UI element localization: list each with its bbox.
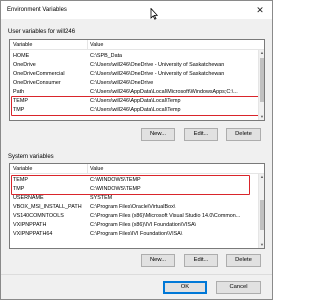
table-row[interactable]: VBOX_MSI_INSTALL_PATH C:\Program Files\O… <box>10 203 264 211</box>
value-cell: C:\Users\will246\OneDrive - University o… <box>90 71 225 78</box>
table-row[interactable]: OneDriveCommercial C:\Users\will246\OneD… <box>10 70 264 78</box>
variable-cell: HOME <box>13 53 30 60</box>
table-row[interactable]: VXIPNPPATH C:\Program Files (x86)\IVI Fo… <box>10 221 264 229</box>
user-edit-button[interactable]: Edit... <box>184 128 218 141</box>
cancel-button[interactable]: Cancel <box>216 281 261 294</box>
value-cell: C:\SPB_Data <box>90 53 123 60</box>
value-cell: C:\Program Files (x86)\Microsoft Visual … <box>90 213 241 220</box>
user-new-button[interactable]: New... <box>141 128 175 141</box>
system-edit-button[interactable]: Edit... <box>184 254 218 267</box>
system-list-header: Variable Value <box>10 164 264 174</box>
mouse-cursor-icon <box>150 8 158 20</box>
variable-cell: USERNAME <box>13 195 44 202</box>
system-new-button[interactable]: New... <box>141 254 175 267</box>
table-row[interactable]: OneDrive C:\Users\will246\OneDrive - Uni… <box>10 61 264 69</box>
environment-variables-dialog: Environment Variables ✕ User variables f… <box>0 0 273 300</box>
value-cell: C:\Program Files\IVI Foundation\VISA\ <box>90 231 183 238</box>
temp-highlight-box <box>11 95 263 116</box>
table-row[interactable]: OneDriveConsumer C:\Users\will246\OneDri… <box>10 79 264 87</box>
column-header-value[interactable]: Value <box>90 166 260 172</box>
variable-cell: VS140COMNTOOLS <box>13 213 64 220</box>
variable-cell: VXIPNPPATH64 <box>13 231 53 238</box>
scroll-down-icon[interactable]: ▼ <box>259 114 264 120</box>
system-list-scrollbar[interactable]: ▲ ▼ <box>258 174 264 248</box>
value-cell: C:\Users\will246\OneDrive - University o… <box>90 62 225 69</box>
value-cell: C:\Users\will246\OneDrive <box>90 80 154 87</box>
table-row[interactable]: HOME C:\SPB_Data <box>10 52 264 60</box>
scroll-thumb[interactable] <box>260 200 264 230</box>
user-delete-button[interactable]: Delete <box>226 128 261 141</box>
table-row[interactable]: VXIPNPPATH64 C:\Program Files\IVI Founda… <box>10 230 264 238</box>
ok-button[interactable]: OK <box>163 281 207 294</box>
variable-cell: VBOX_MSI_INSTALL_PATH <box>13 204 82 211</box>
scroll-thumb[interactable] <box>260 58 264 102</box>
variable-cell: OneDriveCommercial <box>13 71 65 78</box>
close-icon[interactable]: ✕ <box>254 4 266 16</box>
value-cell: C:\Program Files\Oracle\VirtualBox\ <box>90 204 176 211</box>
title-bar[interactable]: Environment Variables ✕ <box>1 1 272 19</box>
variable-cell: Path <box>13 89 25 96</box>
column-divider[interactable] <box>87 40 88 50</box>
temp-highlight-box <box>11 174 250 195</box>
window-title: Environment Variables <box>7 7 67 13</box>
column-header-variable[interactable]: Variable <box>13 166 85 172</box>
user-variables-list[interactable]: Variable Value HOME C:\SPB_Data OneDrive… <box>9 39 265 121</box>
variable-cell: OneDriveConsumer <box>13 80 61 87</box>
footer-divider <box>1 274 272 275</box>
system-delete-button[interactable]: Delete <box>226 254 261 267</box>
column-header-variable[interactable]: Variable <box>13 42 85 48</box>
scroll-up-icon[interactable]: ▲ <box>259 174 264 180</box>
table-row[interactable]: USERNAME SYSTEM <box>10 194 264 202</box>
variable-cell: VXIPNPPATH <box>13 222 47 229</box>
table-row[interactable]: Path C:\Users\will246\AppData\Local\Micr… <box>10 88 264 96</box>
user-list-header: Variable Value <box>10 40 264 50</box>
column-header-value[interactable]: Value <box>90 42 260 48</box>
value-cell: SYSTEM <box>90 195 113 202</box>
system-variables-list[interactable]: Variable Value TEMP C:\WINDOWS\TEMP TMP … <box>9 163 265 249</box>
system-variables-label: System variables <box>8 154 54 160</box>
value-cell: C:\Program Files (x86)\IVI Foundation\VI… <box>90 222 197 229</box>
table-row[interactable]: VS140COMNTOOLS C:\Program Files (x86)\Mi… <box>10 212 264 220</box>
scroll-down-icon[interactable]: ▼ <box>259 242 264 248</box>
user-list-scrollbar[interactable]: ▲ ▼ <box>258 50 264 120</box>
column-divider[interactable] <box>87 164 88 174</box>
variable-cell: OneDrive <box>13 62 36 69</box>
value-cell: C:\Users\will246\AppData\Local\Microsoft… <box>90 89 238 96</box>
scroll-up-icon[interactable]: ▲ <box>259 50 264 56</box>
user-variables-label: User variables for will246 <box>8 29 76 35</box>
